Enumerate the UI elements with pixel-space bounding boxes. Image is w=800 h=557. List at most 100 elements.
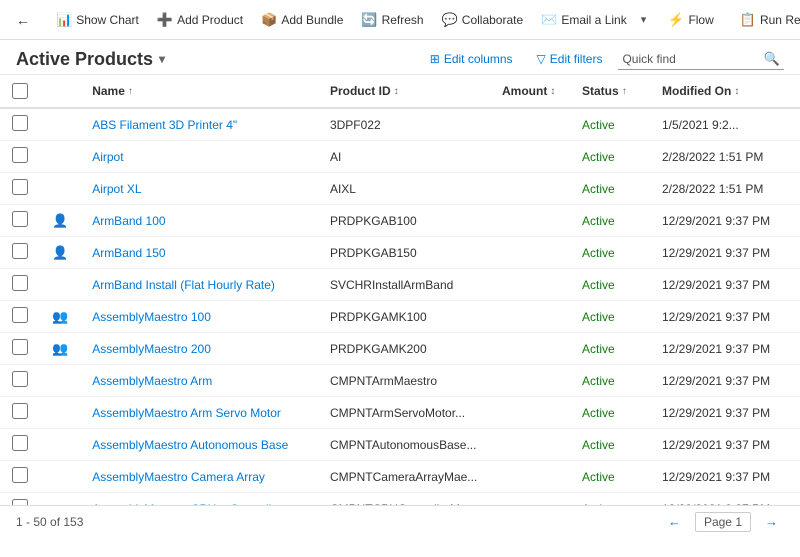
row-checkbox[interactable] bbox=[12, 275, 28, 291]
product-name-link[interactable]: Airpot XL bbox=[92, 182, 141, 196]
refresh-button[interactable]: 🔄 Refresh bbox=[353, 7, 431, 33]
header-icon-col bbox=[40, 75, 80, 108]
row-name-cell: AssemblyMaestro 200 bbox=[80, 333, 318, 365]
row-name-cell: AssemblyMaestro Arm Servo Motor bbox=[80, 397, 318, 429]
edit-columns-icon: ⊞ bbox=[430, 52, 440, 66]
productid-sort-icon: ↕ bbox=[394, 86, 399, 97]
collaborate-button[interactable]: 💬 Collaborate bbox=[434, 7, 532, 33]
row-checkbox[interactable] bbox=[12, 179, 28, 195]
flow-button[interactable]: ⚡ Flow bbox=[660, 7, 722, 33]
header-modifiedon-col[interactable]: Modified On ↕ bbox=[650, 75, 800, 108]
add-bundle-button[interactable]: 📦 Add Bundle bbox=[253, 7, 351, 33]
next-page-button[interactable]: → bbox=[759, 512, 784, 531]
table-row: 👥 AssemblyMaestro 100 PRDPKGAMK100 Activ… bbox=[0, 301, 800, 333]
row-checkbox-cell bbox=[0, 173, 40, 205]
back-button[interactable]: ← bbox=[8, 7, 38, 33]
row-checkbox[interactable] bbox=[12, 467, 28, 483]
row-checkbox[interactable] bbox=[12, 243, 28, 259]
product-name-link[interactable]: AssemblyMaestro Autonomous Base bbox=[92, 438, 288, 452]
row-amount-cell bbox=[490, 301, 570, 333]
table-row: AssemblyMaestro Arm Servo Motor CMPNTArm… bbox=[0, 397, 800, 429]
row-checkbox[interactable] bbox=[12, 435, 28, 451]
row-productid-cell: CMPNTCameraArrayMae... bbox=[318, 461, 490, 493]
row-checkbox[interactable] bbox=[12, 339, 28, 355]
header-checkbox-col bbox=[0, 75, 40, 108]
email-link-button[interactable]: ✉️ Email a Link bbox=[533, 7, 635, 33]
row-modifiedon-cell: 12/29/2021 9:37 PM bbox=[650, 429, 800, 461]
edit-columns-button[interactable]: ⊞ Edit columns bbox=[422, 48, 521, 70]
row-status-cell: Active bbox=[570, 333, 650, 365]
product-name-link[interactable]: Airpot bbox=[92, 150, 123, 164]
prev-page-button[interactable]: ← bbox=[662, 512, 687, 531]
row-status-cell: Active bbox=[570, 429, 650, 461]
row-checkbox-cell bbox=[0, 493, 40, 506]
row-modifiedon-cell: 12/29/2021 9:37 PM bbox=[650, 205, 800, 237]
header-amount-col[interactable]: Amount ↕ bbox=[490, 75, 570, 108]
header-productid-col[interactable]: Product ID ↕ bbox=[318, 75, 490, 108]
product-name-link[interactable]: AssemblyMaestro Arm bbox=[92, 374, 212, 388]
modifiedon-sort-icon: ↕ bbox=[734, 86, 739, 97]
header-name-col[interactable]: Name ↑ bbox=[80, 75, 318, 108]
row-checkbox[interactable] bbox=[12, 371, 28, 387]
table-row: 👤 ArmBand 100 PRDPKGAB100 Active 12/29/2… bbox=[0, 205, 800, 237]
table-header: Name ↑ Product ID ↕ Amount ↕ bbox=[0, 75, 800, 108]
table-row: AssemblyMaestro Autonomous Base CMPNTAut… bbox=[0, 429, 800, 461]
add-product-button[interactable]: ➕ Add Product bbox=[149, 7, 251, 33]
row-checkbox[interactable] bbox=[12, 147, 28, 163]
row-productid-cell: PRDPKGAB150 bbox=[318, 237, 490, 269]
product-name-link[interactable]: ArmBand 100 bbox=[92, 214, 165, 228]
row-status-cell: Active bbox=[570, 493, 650, 506]
product-name-link[interactable]: AssemblyMaestro 200 bbox=[92, 342, 211, 356]
row-checkbox-cell bbox=[0, 237, 40, 269]
row-checkbox[interactable] bbox=[12, 403, 28, 419]
run-report-button[interactable]: 📋 Run Report bbox=[732, 7, 800, 33]
row-icon-cell: 👤 bbox=[40, 237, 80, 269]
add-product-icon: ➕ bbox=[157, 12, 173, 28]
product-name-link[interactable]: ABS Filament 3D Printer 4" bbox=[92, 118, 237, 132]
table-row: ArmBand Install (Flat Hourly Rate) SVCHR… bbox=[0, 269, 800, 301]
quick-find-wrapper: Quick find 🔍 bbox=[618, 49, 784, 70]
product-name-link[interactable]: AssemblyMaestro Arm Servo Motor bbox=[92, 406, 281, 420]
row-name-cell: Airpot XL bbox=[80, 173, 318, 205]
row-amount-cell bbox=[490, 429, 570, 461]
row-checkbox[interactable] bbox=[12, 499, 28, 505]
edit-filters-button[interactable]: ▽ Edit filters bbox=[529, 48, 611, 70]
report-icon: 📋 bbox=[740, 12, 756, 28]
footer-nav: ← Page 1 → bbox=[662, 512, 784, 532]
table-row: 👤 ArmBand 150 PRDPKGAB150 Active 12/29/2… bbox=[0, 237, 800, 269]
email-dropdown-button[interactable]: ▾ bbox=[637, 8, 651, 31]
header-status-col[interactable]: Status ↑ bbox=[570, 75, 650, 108]
select-all-checkbox[interactable] bbox=[12, 83, 28, 99]
view-title-dropdown[interactable]: ▾ bbox=[159, 52, 165, 66]
row-productid-cell: PRDPKGAMK100 bbox=[318, 301, 490, 333]
row-status-cell: Active bbox=[570, 108, 650, 141]
row-name-cell: AssemblyMaestro CPU + Controller bbox=[80, 493, 318, 506]
row-checkbox-cell bbox=[0, 461, 40, 493]
row-amount-cell bbox=[490, 237, 570, 269]
row-icon-cell: 👥 bbox=[40, 333, 80, 365]
row-icon-cell bbox=[40, 269, 80, 301]
row-checkbox[interactable] bbox=[12, 307, 28, 323]
product-name-link[interactable]: AssemblyMaestro 100 bbox=[92, 310, 211, 324]
quick-find-input[interactable] bbox=[680, 52, 760, 66]
product-name-link[interactable]: ArmBand 150 bbox=[92, 246, 165, 260]
row-checkbox[interactable] bbox=[12, 115, 28, 131]
row-icon-cell: 👥 bbox=[40, 301, 80, 333]
row-modifiedon-cell: 12/29/2021 9:37 PM bbox=[650, 269, 800, 301]
product-name-link[interactable]: AssemblyMaestro Camera Array bbox=[92, 470, 265, 484]
row-status-cell: Active bbox=[570, 237, 650, 269]
row-icon-cell bbox=[40, 108, 80, 141]
show-chart-button[interactable]: 📊 Show Chart bbox=[48, 7, 147, 33]
row-modifiedon-cell: 12/29/2021 9:37 PM bbox=[650, 397, 800, 429]
product-name-link[interactable]: ArmBand Install (Flat Hourly Rate) bbox=[92, 278, 275, 292]
table-row: 👥 AssemblyMaestro 200 PRDPKGAMK200 Activ… bbox=[0, 333, 800, 365]
row-checkbox-cell bbox=[0, 108, 40, 141]
row-icon-cell bbox=[40, 141, 80, 173]
view-header: Active Products ▾ ⊞ Edit columns ▽ Edit … bbox=[0, 40, 800, 75]
row-name-cell: AssemblyMaestro Camera Array bbox=[80, 461, 318, 493]
row-checkbox[interactable] bbox=[12, 211, 28, 227]
row-status-cell: Active bbox=[570, 365, 650, 397]
product-name-link[interactable]: AssemblyMaestro CPU + Controller bbox=[92, 502, 282, 506]
row-name-cell: ArmBand 150 bbox=[80, 237, 318, 269]
search-icon[interactable]: 🔍 bbox=[764, 51, 780, 67]
